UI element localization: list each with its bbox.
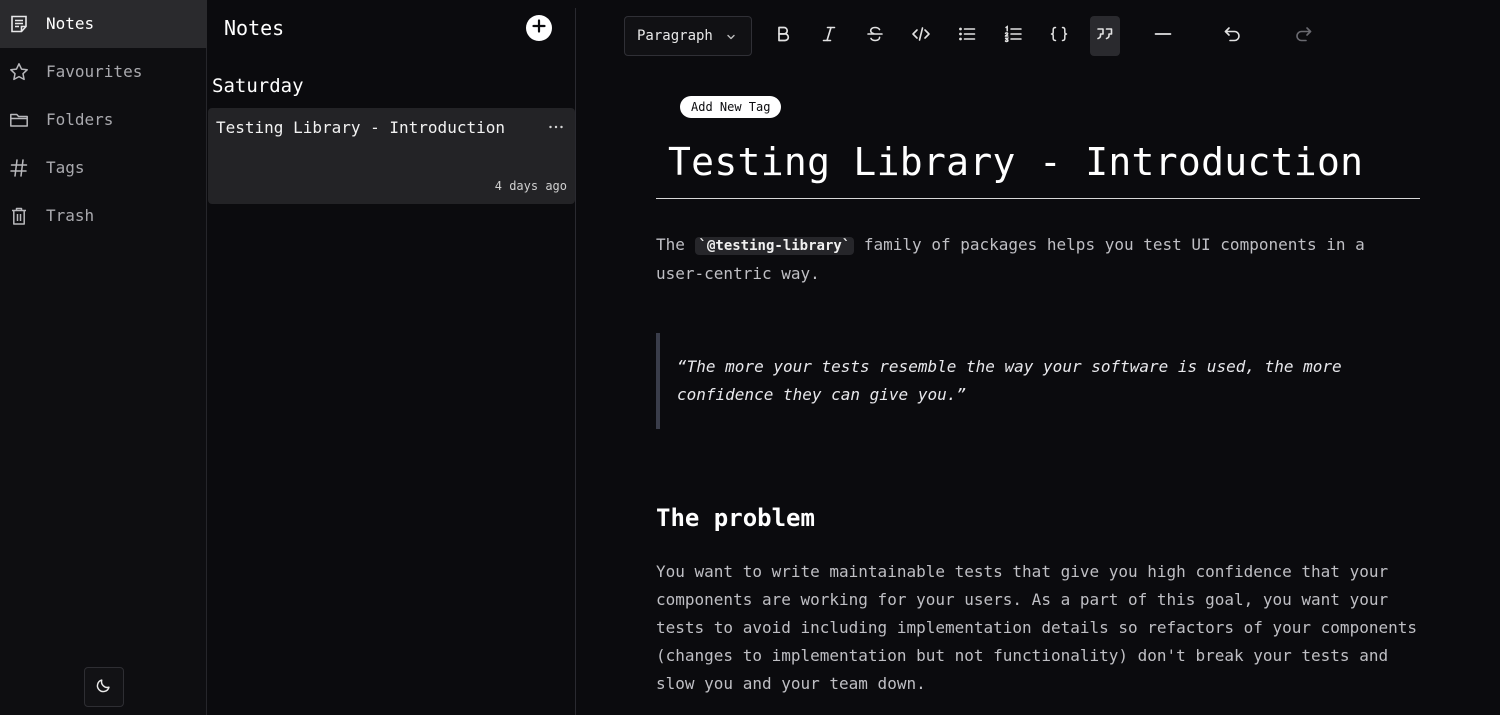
redo-button[interactable] bbox=[1288, 20, 1318, 52]
add-tag-button[interactable]: Add New Tag bbox=[680, 96, 782, 118]
note-date: 4 days ago bbox=[494, 179, 567, 193]
blockquote-button[interactable] bbox=[1090, 16, 1120, 56]
date-group-label: Saturday bbox=[212, 75, 304, 97]
ordered-list-button[interactable] bbox=[998, 20, 1028, 52]
title-divider bbox=[656, 198, 1420, 199]
block-type-select[interactable]: Paragraph bbox=[624, 16, 752, 56]
chevron-down-icon bbox=[725, 31, 737, 43]
strikethrough-button[interactable] bbox=[860, 20, 890, 52]
sidebar-item-favourites[interactable]: Favourites bbox=[0, 48, 207, 96]
sidebar-item-label: Favourites bbox=[46, 62, 143, 81]
star-icon bbox=[9, 62, 29, 82]
sidebar-item-label: Tags bbox=[46, 158, 85, 177]
sidebar-item-label: Trash bbox=[46, 206, 95, 225]
plus-icon bbox=[531, 18, 547, 38]
trash-icon bbox=[9, 206, 29, 226]
sidebar-item-notes[interactable]: Notes bbox=[0, 0, 207, 48]
quote-text: “The more your tests resemble the way yo… bbox=[677, 357, 1342, 404]
bold-button[interactable] bbox=[768, 20, 798, 52]
list-item[interactable]: Testing Library - Introduction 4 days ag… bbox=[208, 108, 575, 204]
notes-list-panel: Notes Saturday Testing Library - Introdu… bbox=[208, 0, 576, 715]
inline-code-button[interactable] bbox=[906, 20, 936, 52]
sidebar-item-trash[interactable]: Trash bbox=[0, 192, 207, 240]
redo-icon bbox=[1293, 24, 1313, 48]
undo-icon bbox=[1223, 24, 1243, 48]
note-icon bbox=[9, 14, 29, 34]
code-icon bbox=[911, 24, 931, 48]
bold-icon bbox=[773, 24, 793, 48]
sidebar-item-tags[interactable]: Tags bbox=[0, 144, 207, 192]
horizontal-rule-icon bbox=[1153, 24, 1173, 48]
more-options-icon[interactable] bbox=[547, 118, 565, 136]
code-block-button[interactable] bbox=[1044, 20, 1074, 52]
section-heading[interactable]: The problem bbox=[656, 502, 815, 534]
code-block-icon bbox=[1049, 24, 1069, 48]
sidebar-item-label: Folders bbox=[46, 110, 114, 129]
theme-toggle-button[interactable] bbox=[84, 667, 124, 707]
editor-panel: Paragraph Add New Tag Testing Library - … bbox=[576, 0, 1500, 715]
hash-icon bbox=[9, 158, 29, 178]
note-title-input[interactable]: Testing Library - Introduction bbox=[668, 138, 1363, 186]
moon-icon bbox=[95, 676, 113, 698]
text-run: The bbox=[656, 235, 695, 254]
undo-button[interactable] bbox=[1218, 20, 1248, 52]
strikethrough-icon bbox=[865, 24, 885, 48]
italic-icon bbox=[819, 24, 839, 48]
horizontal-rule-button[interactable] bbox=[1148, 20, 1178, 52]
inline-code: `@testing-library` bbox=[694, 237, 855, 255]
add-note-button[interactable] bbox=[526, 15, 552, 41]
editor-toolbar: Paragraph bbox=[576, 0, 1500, 72]
bullet-list-button[interactable] bbox=[952, 20, 982, 52]
sidebar-item-label: Notes bbox=[46, 14, 95, 33]
quote-icon bbox=[1095, 24, 1115, 48]
block-type-value: Paragraph bbox=[637, 28, 713, 44]
paragraph-intro[interactable]: The `@testing-library` family of package… bbox=[656, 231, 1420, 288]
ordered-list-icon bbox=[1003, 24, 1023, 48]
blockquote[interactable]: “The more your tests resemble the way yo… bbox=[656, 333, 1420, 429]
paragraph-problem[interactable]: You want to write maintainable tests tha… bbox=[656, 558, 1420, 698]
notes-list-title: Notes bbox=[224, 16, 285, 40]
app-window: Notes Favourites Folders Tags Trash Note… bbox=[0, 0, 1500, 715]
italic-button[interactable] bbox=[814, 20, 844, 52]
note-title: Testing Library - Introduction bbox=[216, 118, 505, 137]
bullet-list-icon bbox=[957, 24, 977, 48]
sidebar-item-folders[interactable]: Folders bbox=[0, 96, 207, 144]
sidebar-nav: Notes Favourites Folders Tags Trash bbox=[0, 0, 207, 715]
folder-icon bbox=[9, 110, 29, 130]
